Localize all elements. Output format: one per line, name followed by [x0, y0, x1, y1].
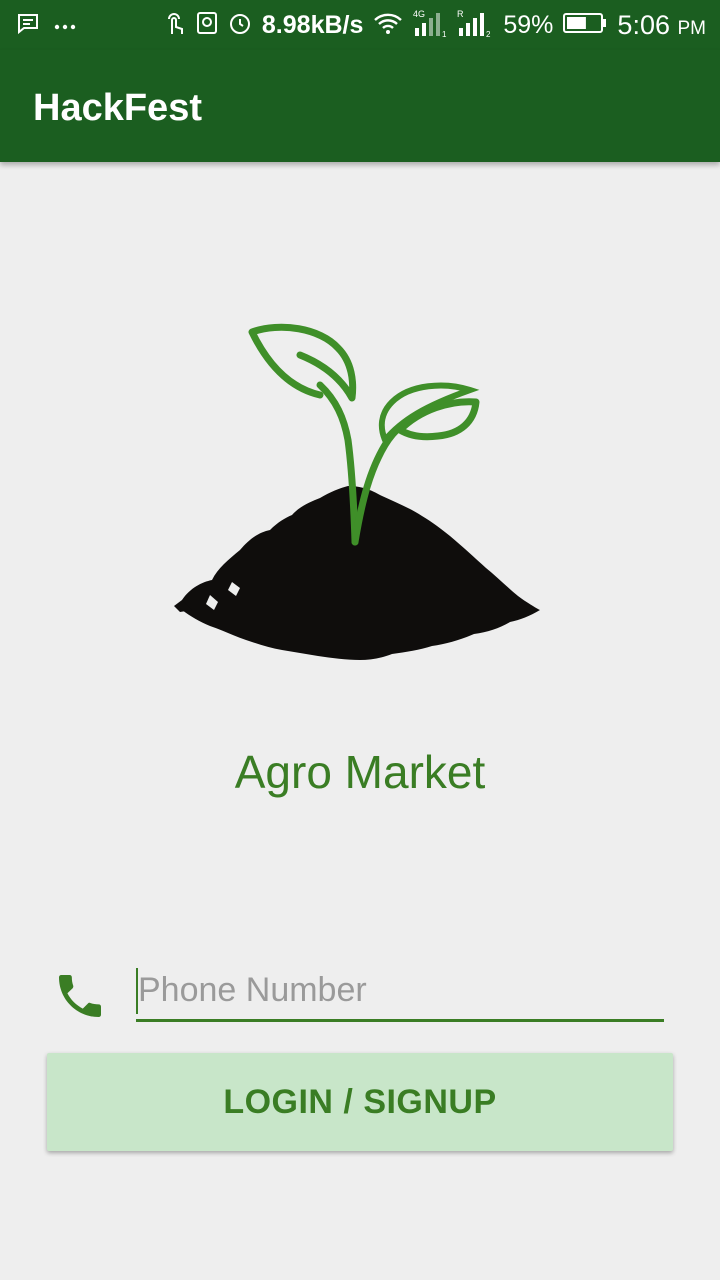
svg-text:R: R	[457, 9, 464, 19]
clock-suffix: PM	[677, 17, 707, 39]
phone-icon	[52, 968, 108, 1024]
clock: 5:06 PM	[617, 10, 706, 41]
login-signup-button[interactable]: LOGIN / SIGNUP	[47, 1053, 673, 1151]
status-bar: 8.98kB/s 4G 1 R2 59% 5:06 PM	[0, 0, 720, 50]
seedling-soil-logo	[170, 310, 550, 670]
text-cursor	[136, 968, 138, 1014]
status-left	[16, 12, 76, 41]
svg-text:2: 2	[486, 30, 491, 38]
more-icon	[54, 18, 76, 36]
app-name: Agro Market	[234, 746, 486, 798]
battery-icon	[563, 12, 607, 39]
signal-r-icon: R2	[457, 8, 493, 43]
app-title: HackFest	[33, 87, 202, 129]
network-speed: 8.98kB/s	[261, 10, 364, 39]
message-icon	[16, 12, 40, 41]
alarm-icon	[228, 11, 252, 40]
svg-text:4G: 4G	[413, 9, 425, 19]
sd-icon	[196, 11, 218, 40]
signal-4g-icon: 4G 1	[413, 8, 447, 43]
battery-percent: 59%	[503, 10, 554, 39]
svg-text:1: 1	[442, 30, 447, 38]
status-right: 8.98kB/s 4G 1 R2 59% 5:06 PM	[164, 8, 706, 42]
wifi-icon	[373, 11, 403, 40]
phone-number-input[interactable]	[136, 962, 664, 1022]
clock-time: 5:06	[617, 9, 670, 40]
touch-icon	[164, 10, 186, 41]
app-bar: HackFest	[0, 50, 720, 162]
